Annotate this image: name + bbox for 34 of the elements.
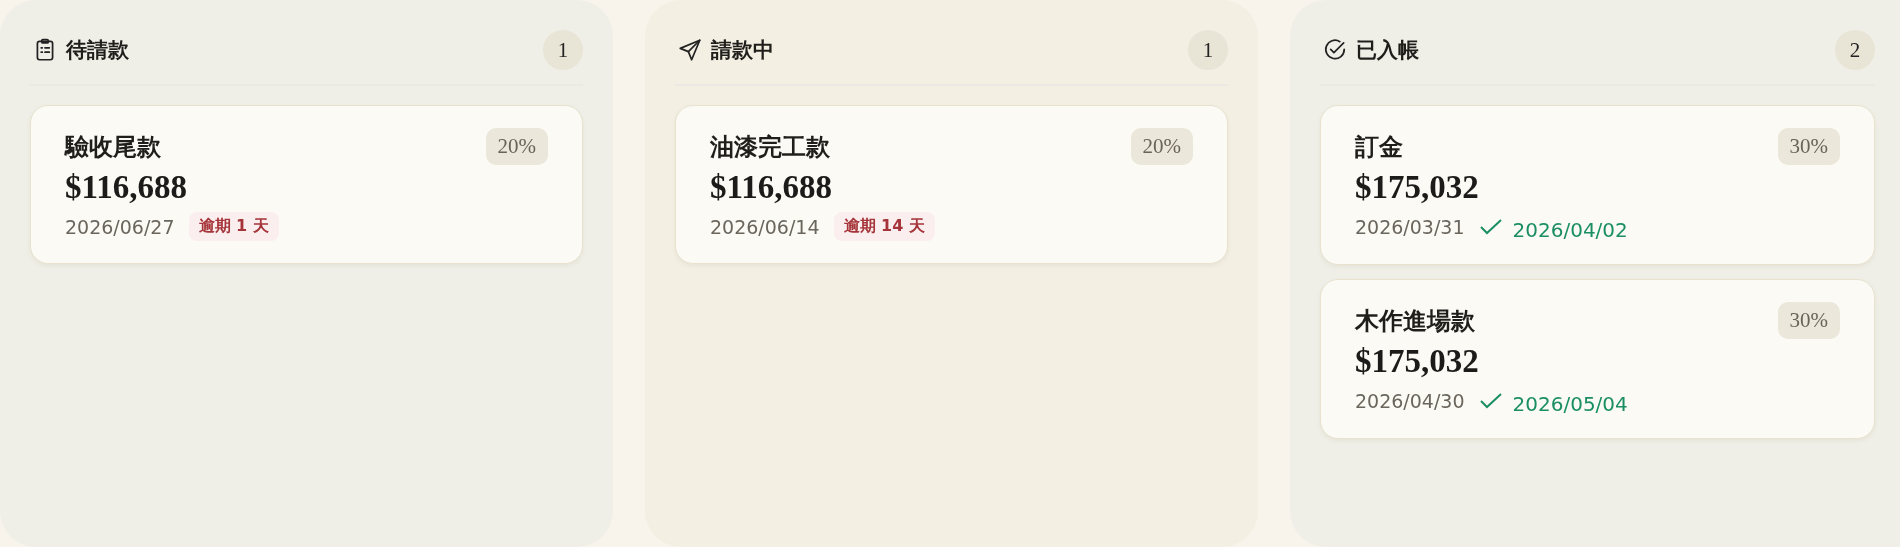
percent-badge: 30% — [1777, 302, 1840, 339]
paid-date: 2026/05/04 — [1512, 392, 1628, 416]
column-title: 已入帳 — [1356, 37, 1420, 64]
percent-badge: 20% — [1130, 128, 1193, 165]
paid-date: 2026/04/02 — [1512, 218, 1628, 242]
percent-badge: 30% — [1777, 128, 1840, 165]
payment-title: 訂金 — [1355, 131, 1403, 163]
overdue-tag: 逾期 14 天 — [833, 212, 935, 241]
check-icon — [1478, 392, 1503, 410]
payment-title: 油漆完工款 — [710, 131, 830, 163]
count-badge: 2 — [1835, 30, 1875, 70]
payment-card[interactable]: 油漆完工款 20% $116,688 2026/06/14 逾期 14 天 — [675, 105, 1228, 264]
payment-amount: $175,032 — [1355, 343, 1480, 380]
send-icon — [677, 37, 703, 63]
payment-card[interactable]: 木作進場款 30% $175,032 2026/04/30 2026/05/04 — [1320, 279, 1875, 439]
payment-amount: $116,688 — [65, 169, 188, 206]
due-date: 2026/06/27 — [65, 215, 175, 238]
overdue-tag: 逾期 1 天 — [188, 212, 279, 241]
count-badge: 1 — [1188, 30, 1228, 70]
due-date: 2026/04/30 — [1355, 390, 1465, 412]
payment-title: 驗收尾款 — [65, 131, 161, 163]
count-badge: 1 — [543, 30, 583, 70]
check-circle-icon — [1322, 37, 1348, 63]
column-title: 待請款 — [66, 37, 130, 64]
payment-card[interactable]: 驗收尾款 20% $116,688 2026/06/27 逾期 1 天 — [30, 105, 583, 264]
payment-amount: $116,688 — [710, 169, 833, 206]
due-date: 2026/06/14 — [710, 215, 820, 238]
payment-card[interactable]: 訂金 30% $175,032 2026/03/31 2026/04/02 — [1320, 105, 1875, 265]
check-icon — [1478, 218, 1503, 236]
percent-badge: 20% — [485, 128, 548, 165]
column-title: 請款中 — [711, 37, 775, 64]
payment-amount: $175,032 — [1355, 169, 1480, 206]
due-date: 2026/03/31 — [1355, 216, 1465, 238]
payment-title: 木作進場款 — [1355, 305, 1475, 337]
